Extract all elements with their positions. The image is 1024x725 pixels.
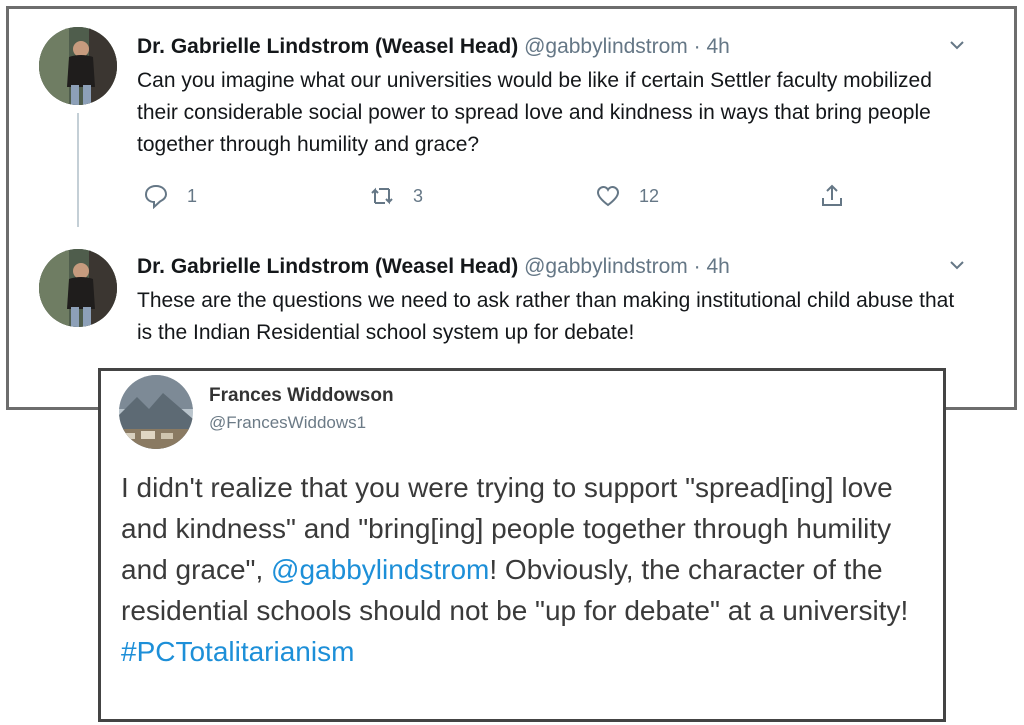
tweet-text: I didn't realize that you were trying to…	[121, 467, 921, 672]
tweet-actions: 1 3 12	[137, 183, 857, 213]
tweet-header: Dr. Gabrielle Lindstrom (Weasel Head) @g…	[137, 33, 974, 61]
author-handle[interactable]: @gabbylindstrom	[524, 35, 688, 58]
like-button[interactable]: 12	[595, 183, 659, 209]
reply-button[interactable]: 1	[143, 183, 197, 209]
reply-count: 1	[187, 185, 198, 206]
retweet-button[interactable]: 3	[369, 183, 423, 209]
author-name[interactable]: Frances Widdowson	[209, 385, 394, 407]
author-handle[interactable]: @FrancesWiddows1	[209, 413, 366, 433]
author-handle[interactable]: @gabbylindstrom	[524, 255, 688, 278]
tweet[interactable]: Dr. Gabrielle Lindstrom (Weasel Head) @g…	[9, 231, 1014, 391]
tweet-time[interactable]: 4h	[707, 35, 730, 58]
avatar[interactable]	[39, 27, 117, 105]
tweet-text: Can you imagine what our universities wo…	[137, 69, 932, 156]
reply-tweet-card[interactable]: Frances Widdowson @FrancesWiddows1 I did…	[98, 368, 946, 722]
chevron-down-icon[interactable]	[946, 35, 968, 57]
tweet-text: These are the questions we need to ask r…	[137, 289, 955, 344]
thread-connector-line	[77, 113, 79, 227]
separator-dot: ·	[693, 35, 701, 58]
avatar[interactable]	[119, 375, 193, 449]
chevron-down-icon[interactable]	[946, 255, 968, 277]
retweet-count: 3	[413, 185, 424, 206]
separator-dot: ·	[693, 255, 701, 278]
author-name[interactable]: Dr. Gabrielle Lindstrom (Weasel Head)	[137, 255, 518, 278]
author-name[interactable]: Dr. Gabrielle Lindstrom (Weasel Head)	[137, 35, 518, 58]
reply-icon	[144, 184, 168, 209]
like-count: 12	[639, 185, 660, 206]
tweet-header: Dr. Gabrielle Lindstrom (Weasel Head) @g…	[137, 253, 974, 281]
tweet-time[interactable]: 4h	[707, 255, 730, 278]
avatar[interactable]	[39, 249, 117, 327]
hashtag-link[interactable]: #PCTotalitarianism	[121, 636, 354, 667]
mention-link[interactable]: @gabbylindstrom	[271, 554, 489, 585]
share-icon	[822, 184, 842, 206]
like-icon	[596, 185, 620, 207]
retweet-icon	[371, 187, 393, 205]
thread-card: Dr. Gabrielle Lindstrom (Weasel Head) @g…	[6, 6, 1017, 410]
tweet[interactable]: Dr. Gabrielle Lindstrom (Weasel Head) @g…	[9, 9, 1014, 231]
share-button[interactable]	[819, 183, 863, 209]
